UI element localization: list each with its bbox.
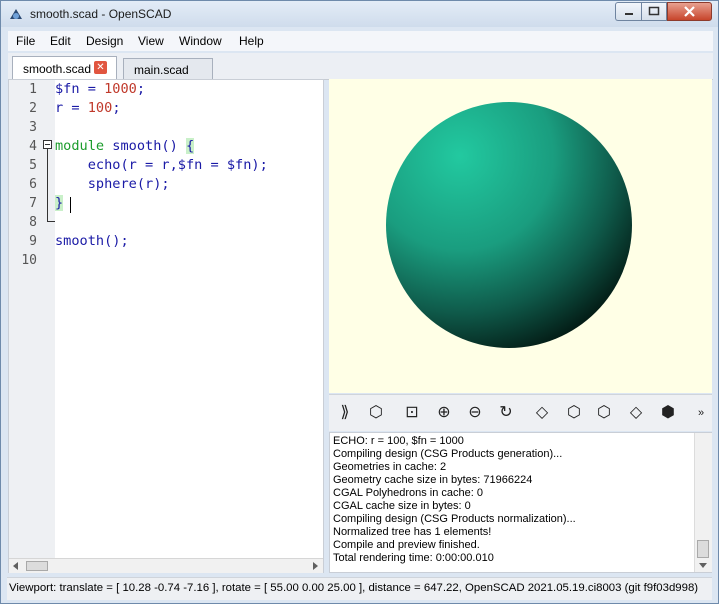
view-bottom-icon[interactable]: ⬡ <box>593 402 615 424</box>
tab-close-icon[interactable]: ✕ <box>94 61 107 74</box>
title-bar[interactable]: smooth.scad - OpenSCAD <box>1 1 718 27</box>
fold-toggle-icon[interactable] <box>43 140 52 149</box>
console-line: Geometries in cache: 2 <box>333 461 447 473</box>
line-number: 5 <box>29 158 37 173</box>
console-line: Geometry cache size in bytes: 71966224 <box>333 474 533 486</box>
status-bar: Viewport: translate = [ 10.28 -0.74 -7.1… <box>7 577 712 600</box>
view-toolbar: ⟫ ⬡ ⊡ ⊕ ⊖ ↻ ◇ ⬡ ⬡ ◇ ⬢ » <box>329 394 712 431</box>
tab-main-scad[interactable]: main.scad <box>123 58 213 79</box>
zoom-out-icon[interactable]: ⊖ <box>464 402 486 424</box>
code-line-1: $fn = 1000; <box>55 81 146 97</box>
tab-label: main.scad <box>134 63 189 77</box>
minimize-icon <box>624 13 633 15</box>
tab-label: smooth.scad <box>23 62 92 76</box>
tab-smooth-scad[interactable]: smooth.scad ✕ <box>12 56 117 79</box>
fold-guide-end <box>47 221 55 222</box>
menu-view[interactable]: View <box>138 34 164 48</box>
code-line-2: r = 100; <box>55 100 121 116</box>
line-number: 6 <box>29 177 37 192</box>
openscad-app-icon <box>10 9 22 19</box>
line-number: 8 <box>29 215 37 230</box>
maximize-button[interactable] <box>641 2 667 21</box>
minimize-button[interactable] <box>615 2 641 21</box>
render-icon[interactable]: ⬡ <box>365 402 387 424</box>
more-icon[interactable]: » <box>690 402 712 424</box>
menu-bar: File Edit Design View Window Help <box>8 31 713 51</box>
reset-view-icon[interactable]: ↻ <box>495 402 517 424</box>
console-output[interactable]: ECHO: r = 100, $fn = 1000 Compiling desi… <box>329 432 712 573</box>
close-button[interactable] <box>667 2 712 21</box>
maximize-icon <box>648 6 660 16</box>
line-number: 10 <box>21 253 37 268</box>
scroll-down-icon[interactable] <box>699 561 707 569</box>
menu-design[interactable]: Design <box>86 34 123 48</box>
code-line-6: sphere(r); <box>55 176 170 192</box>
close-icon <box>684 6 695 17</box>
line-number: 3 <box>29 120 37 135</box>
scrollbar-thumb[interactable] <box>697 540 709 558</box>
3d-viewport[interactable] <box>329 79 712 393</box>
menu-file[interactable]: File <box>16 34 35 48</box>
console-line: Compile and preview finished. <box>333 539 480 551</box>
scroll-right-icon[interactable] <box>311 562 319 570</box>
line-number: 7 <box>29 196 37 211</box>
fold-guide <box>47 149 48 221</box>
console-line: Compiling design (CSG Products generatio… <box>333 448 563 460</box>
line-number: 4 <box>29 139 37 154</box>
window-title: smooth.scad - OpenSCAD <box>30 7 172 21</box>
view-right-icon[interactable]: ◇ <box>531 402 553 424</box>
menu-window[interactable]: Window <box>179 34 222 48</box>
view-left-icon[interactable]: ◇ <box>625 402 647 424</box>
menu-help[interactable]: Help <box>239 34 264 48</box>
console-line: ECHO: r = 100, $fn = 1000 <box>333 435 464 447</box>
viewport-status-text: Viewport: translate = [ 10.28 -0.74 -7.1… <box>9 582 699 594</box>
editor-horizontal-scrollbar[interactable] <box>9 558 323 573</box>
view-all-icon[interactable]: ⊡ <box>401 402 423 424</box>
console-line: CGAL Polyhedrons in cache: 0 <box>333 487 484 499</box>
line-number: 9 <box>29 234 37 249</box>
tab-bar: smooth.scad ✕ main.scad <box>8 53 713 80</box>
scroll-left-icon[interactable] <box>12 562 20 570</box>
code-line-7: } <box>55 195 64 211</box>
code-line-5: echo(r = r,$fn = $fn); <box>55 157 268 173</box>
code-editor[interactable]: 1 2 3 4 5 6 7 8 9 10 $fn = 1000; r = 100… <box>8 79 324 573</box>
console-line: Total rendering time: 0:00:00.010 <box>333 552 494 564</box>
sphere-preview <box>386 102 632 348</box>
code-line-9: smooth(); <box>55 233 129 249</box>
preview-icon[interactable]: ⟫ <box>334 402 356 424</box>
console-line: CGAL cache size in bytes: 0 <box>333 500 471 512</box>
code-line-4: module smooth() { <box>55 138 195 154</box>
line-number: 1 <box>29 82 37 97</box>
text-cursor <box>70 197 71 213</box>
console-line: Compiling design (CSG Products normaliza… <box>333 513 576 525</box>
menu-edit[interactable]: Edit <box>50 34 71 48</box>
console-vertical-scrollbar[interactable] <box>694 433 712 572</box>
zoom-in-icon[interactable]: ⊕ <box>433 402 455 424</box>
line-number: 2 <box>29 101 37 116</box>
scrollbar-thumb[interactable] <box>26 561 48 571</box>
view-front-icon[interactable]: ⬢ <box>657 402 679 424</box>
console-line: Normalized tree has 1 elements! <box>333 526 492 538</box>
view-top-icon[interactable]: ⬡ <box>563 402 585 424</box>
